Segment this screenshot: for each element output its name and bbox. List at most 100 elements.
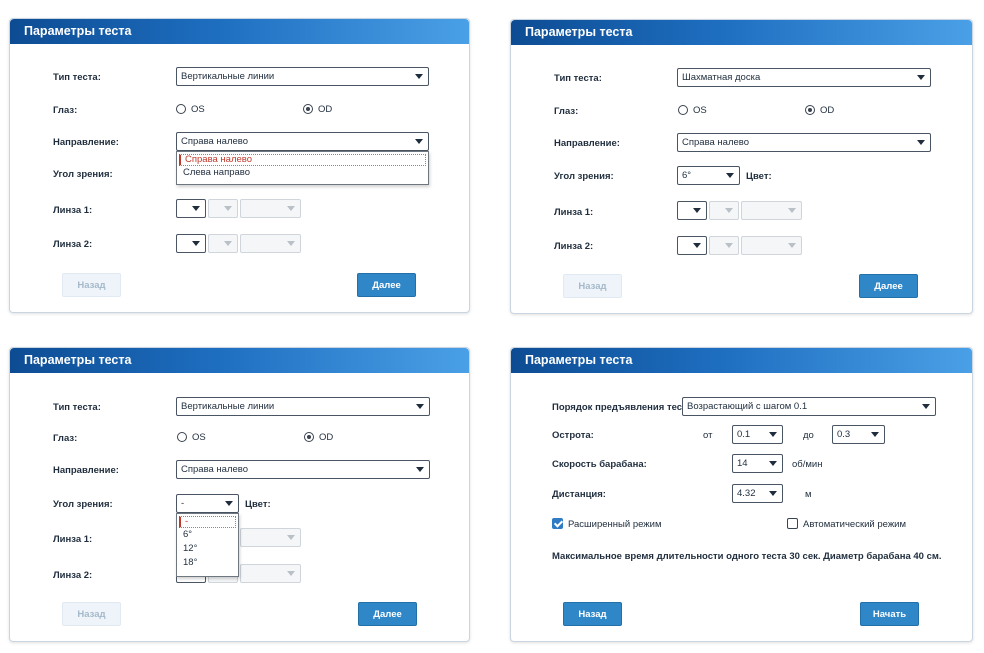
- back-button[interactable]: Назад: [62, 602, 121, 626]
- chevron-down-icon: [693, 208, 701, 213]
- dropdown-option[interactable]: 18°: [177, 556, 238, 570]
- order-value: Возрастающий с шагом 0.1: [687, 401, 808, 412]
- angle-value: -: [181, 498, 185, 509]
- panel-title: Параметры теста: [10, 348, 469, 373]
- acuity-label: Острота:: [552, 430, 594, 441]
- test-type-select[interactable]: Шахматная доска: [677, 68, 931, 87]
- direction-value: Справа налево: [181, 136, 249, 147]
- direction-label: Направление:: [554, 138, 620, 149]
- acuity-to-label: до: [803, 430, 814, 441]
- panel-test-params-4: Параметры теста Порядок предъявления тес…: [510, 347, 973, 642]
- drum-speed-select[interactable]: 14: [732, 454, 783, 473]
- angle-select[interactable]: 6°: [677, 166, 740, 185]
- order-select[interactable]: Возрастающий с шагом 0.1: [682, 397, 936, 416]
- test-type-select[interactable]: Вертикальные линии: [176, 397, 430, 416]
- panel-title: Параметры теста: [511, 20, 972, 45]
- test-type-value: Вертикальные линии: [181, 401, 275, 412]
- chevron-down-icon: [871, 432, 879, 437]
- order-label: Порядок предъявления теста:: [552, 402, 696, 413]
- direction-value: Справа налево: [181, 464, 249, 475]
- chevron-down-icon: [416, 404, 424, 409]
- dropdown-option[interactable]: 6°: [177, 528, 238, 542]
- chevron-down-icon: [917, 140, 925, 145]
- chevron-down-icon: [192, 241, 200, 246]
- eye-os-label: OS: [192, 432, 206, 443]
- back-button[interactable]: Назад: [563, 602, 622, 626]
- lens2-label: Линза 2:: [554, 241, 594, 252]
- chevron-down-icon: [224, 206, 232, 211]
- acuity-from-select[interactable]: 0.1: [732, 425, 783, 444]
- lens1-select-3: [741, 201, 802, 220]
- acuity-from-value: 0.1: [737, 429, 751, 440]
- dropdown-option[interactable]: Справа налево: [179, 154, 426, 166]
- chevron-down-icon: [287, 241, 295, 246]
- eye-label: Глаз:: [53, 105, 78, 116]
- eye-os-radio[interactable]: [678, 105, 688, 115]
- chevron-down-icon: [726, 173, 734, 178]
- panel-test-params-1: Параметры теста Тип теста: Вертикальные …: [9, 18, 470, 313]
- eye-od-radio[interactable]: [805, 105, 815, 115]
- eye-os-radio[interactable]: [176, 104, 186, 114]
- direction-label: Направление:: [53, 137, 119, 148]
- acuity-to-value: 0.3: [837, 429, 851, 440]
- next-button[interactable]: Далее: [358, 602, 417, 626]
- next-button[interactable]: Далее: [859, 274, 918, 298]
- test-type-value: Вертикальные линии: [181, 71, 275, 82]
- chevron-down-icon: [917, 75, 925, 80]
- back-button[interactable]: Назад: [62, 273, 121, 297]
- next-button[interactable]: Далее: [357, 273, 416, 297]
- distance-value: 4.32: [737, 488, 756, 499]
- chevron-down-icon: [922, 404, 930, 409]
- chevron-down-icon: [416, 467, 424, 472]
- acuity-to-select[interactable]: 0.3: [832, 425, 885, 444]
- distance-unit: м: [805, 489, 812, 500]
- panel-test-params-3: Параметры теста Тип теста: Вертикальные …: [9, 347, 470, 642]
- lens2-select-1[interactable]: [176, 234, 206, 253]
- direction-label: Направление:: [53, 465, 119, 476]
- lens2-select-3: [741, 236, 802, 255]
- back-button[interactable]: Назад: [563, 274, 622, 298]
- lens1-select-1[interactable]: [677, 201, 707, 220]
- eye-os-radio[interactable]: [177, 432, 187, 442]
- chevron-down-icon: [287, 571, 295, 576]
- color-label: Цвет:: [746, 171, 772, 182]
- distance-select[interactable]: 4.32: [732, 484, 783, 503]
- angle-dropdown-list: - 6° 12° 18°: [176, 513, 239, 577]
- chevron-down-icon: [769, 461, 777, 466]
- lens2-select-2: [709, 236, 739, 255]
- drum-speed-unit: об/мин: [792, 459, 823, 470]
- direction-dropdown-list: Справа налево Слева направо: [176, 151, 429, 185]
- angle-select[interactable]: -: [176, 494, 239, 513]
- chevron-down-icon: [287, 206, 295, 211]
- direction-select[interactable]: Справа налево: [677, 133, 931, 152]
- direction-select[interactable]: Справа налево: [176, 460, 430, 479]
- panel-title: Параметры теста: [511, 348, 972, 373]
- lens1-select-1[interactable]: [176, 199, 206, 218]
- extended-mode-checkbox[interactable]: [552, 518, 563, 529]
- chevron-down-icon: [287, 535, 295, 540]
- lens2-select-3: [240, 234, 301, 253]
- dropdown-option[interactable]: 12°: [177, 542, 238, 556]
- chevron-down-icon: [725, 208, 733, 213]
- dropdown-option[interactable]: -: [179, 516, 236, 528]
- dropdown-option[interactable]: Слева направо: [177, 166, 428, 180]
- eye-label: Глаз:: [53, 433, 78, 444]
- extended-mode-label: Расширенный режим: [568, 519, 662, 530]
- eye-od-label: OD: [318, 104, 333, 115]
- eye-od-radio[interactable]: [303, 104, 313, 114]
- lens1-select-3: [240, 199, 301, 218]
- lens2-select-1[interactable]: [677, 236, 707, 255]
- lens1-select-3: [240, 528, 301, 547]
- direction-select[interactable]: Справа налево: [176, 132, 429, 151]
- auto-mode-checkbox[interactable]: [787, 518, 798, 529]
- test-type-select[interactable]: Вертикальные линии: [176, 67, 429, 86]
- panel-title: Параметры теста: [10, 19, 469, 44]
- chevron-down-icon: [769, 491, 777, 496]
- test-type-label: Тип теста:: [53, 402, 101, 413]
- angle-label: Угол зрения:: [554, 171, 614, 182]
- info-text: Максимальное время длительности одного т…: [552, 551, 942, 562]
- angle-label: Угол зрения:: [53, 169, 113, 180]
- eye-od-radio[interactable]: [304, 432, 314, 442]
- drum-speed-value: 14: [737, 458, 748, 469]
- start-button[interactable]: Начать: [860, 602, 919, 626]
